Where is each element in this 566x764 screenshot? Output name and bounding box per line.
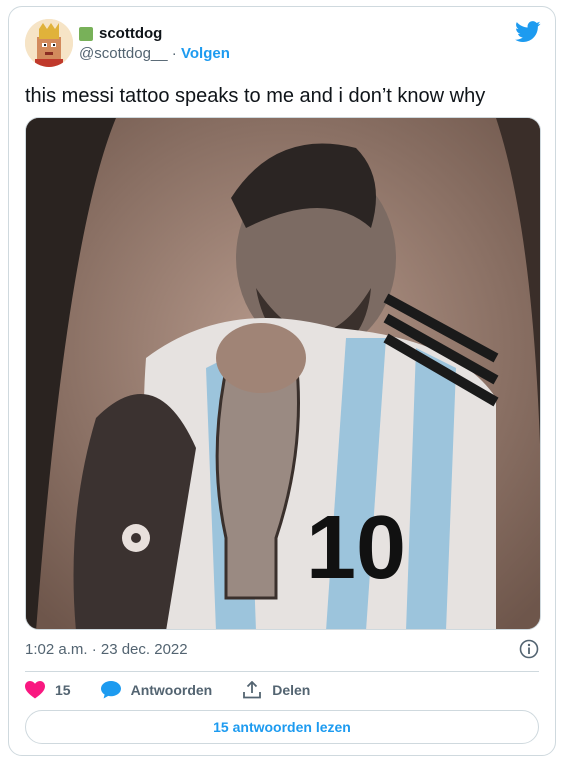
- tweet-text: this messi tattoo speaks to me and i don…: [25, 85, 486, 107]
- avatar[interactable]: [25, 19, 73, 67]
- follow-link[interactable]: Volgen: [181, 45, 230, 62]
- handle-row: @scottdog__ · Volgen: [79, 45, 230, 62]
- share-arrow-icon: [243, 681, 262, 699]
- action-bar: 15 Antwoorden Delen: [25, 681, 340, 699]
- handle[interactable]: @scottdog__: [79, 45, 168, 62]
- like-button[interactable]: 15: [25, 681, 71, 699]
- divider: [25, 671, 539, 672]
- author-name-row[interactable]: scottdog: [79, 25, 162, 42]
- speech-bubble-icon: [100, 681, 121, 699]
- separator-dot: ·: [171, 45, 177, 62]
- heart-icon: [25, 681, 45, 699]
- reply-label: Antwoorden: [130, 682, 213, 698]
- read-replies-button[interactable]: 15 antwoorden lezen: [25, 710, 539, 744]
- display-name[interactable]: scottdog: [99, 25, 162, 42]
- tweet-timestamp[interactable]: 1:02 a.m. · 23 dec. 2022: [25, 641, 188, 658]
- reply-button[interactable]: Antwoorden: [100, 681, 213, 699]
- twitter-bird-icon[interactable]: [515, 21, 541, 43]
- share-button[interactable]: Delen: [242, 681, 310, 699]
- tweet-card: scottdog @scottdog__ · Volgen this messi…: [8, 6, 556, 756]
- like-count: 15: [55, 682, 71, 698]
- share-label: Delen: [272, 682, 311, 698]
- info-icon[interactable]: [519, 639, 539, 659]
- green-square-badge: [79, 26, 93, 41]
- svg-text:10: 10: [306, 498, 406, 598]
- tweet-photo[interactable]: 10: [25, 117, 541, 630]
